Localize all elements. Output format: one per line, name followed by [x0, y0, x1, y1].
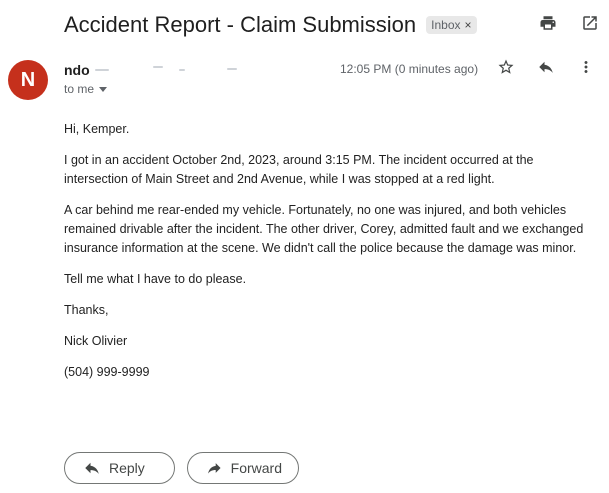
reply-forward-bar: Reply Forward	[64, 452, 299, 484]
email-subject: Accident Report - Claim Submission	[64, 12, 417, 37]
inbox-label-chip[interactable]: Inbox ×	[426, 16, 477, 34]
more-vert-icon[interactable]	[577, 58, 595, 81]
subject-row: Accident Report - Claim Submission Inbox…	[64, 10, 609, 40]
recipient-row[interactable]: to me	[64, 82, 108, 96]
reply-button[interactable]: Reply	[64, 452, 175, 484]
to-label: to me	[64, 82, 95, 96]
top-actions	[537, 12, 601, 34]
email-timestamp: 12:05 PM (0 minutes ago)	[340, 62, 479, 76]
signature-name: Nick Olivier	[64, 334, 128, 348]
forward-button[interactable]: Forward	[187, 452, 299, 484]
body-paragraph-1: I got in an accident October 2nd, 2023, …	[64, 153, 534, 186]
greeting: Hi, Kemper.	[64, 122, 130, 136]
star-icon[interactable]	[497, 58, 515, 81]
email-body: Hi, Kemper. I got in an accident October…	[64, 120, 596, 394]
remove-label-icon[interactable]: ×	[465, 18, 472, 32]
reply-icon	[85, 462, 99, 474]
signature-phone: (504) 999-9999	[64, 365, 150, 379]
message-actions	[497, 58, 595, 81]
sender-name[interactable]: ndo	[64, 62, 90, 78]
inbox-label-text: Inbox	[431, 18, 461, 32]
reply-icon[interactable]	[537, 58, 555, 81]
print-icon[interactable]	[537, 12, 559, 34]
body-paragraph-2: A car behind me rear-ended my vehicle. F…	[64, 203, 584, 255]
open-in-new-window-icon[interactable]	[579, 12, 601, 34]
body-paragraph-3: Tell me what I have to do please.	[64, 272, 247, 286]
sender-avatar[interactable]: N	[8, 60, 48, 100]
sender-email-redacted	[95, 60, 245, 76]
closing: Thanks,	[64, 303, 109, 317]
chevron-down-icon[interactable]	[99, 86, 108, 92]
forward-label: Forward	[230, 460, 282, 476]
reply-label: Reply	[109, 460, 145, 476]
forward-icon	[208, 463, 221, 474]
